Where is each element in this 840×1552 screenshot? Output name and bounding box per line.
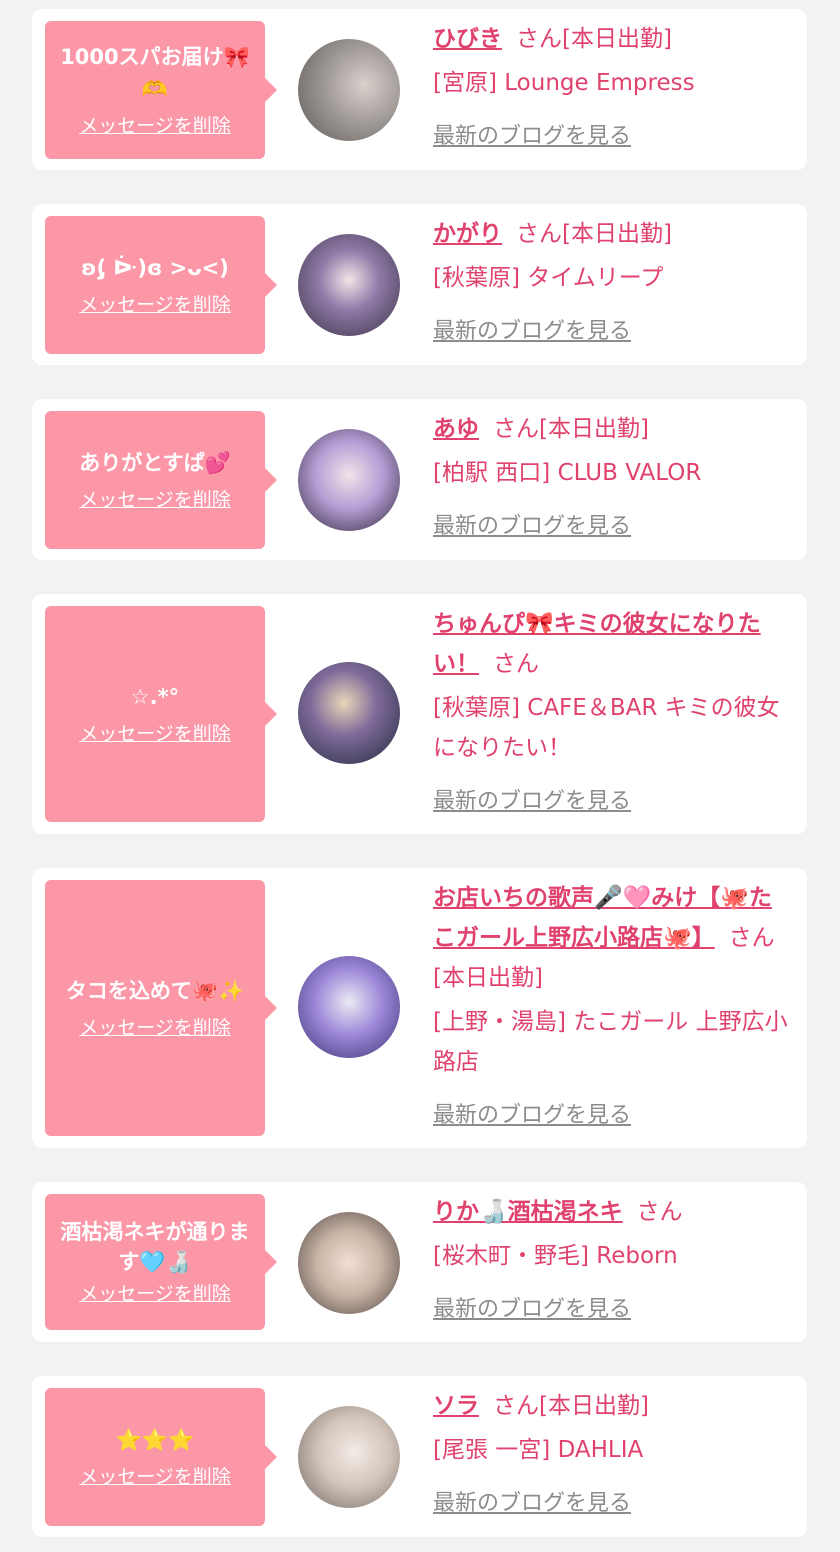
- delete-message-link[interactable]: メッセージを削除: [79, 1015, 231, 1041]
- message-text: ☆.*°: [130, 685, 180, 709]
- shop-name: [秋葉原] CAFE＆BAR キミの彼女になりたい！: [433, 695, 780, 761]
- shop-name: [柏駅 西口] CLUB VALOR: [433, 460, 702, 486]
- message-bubble: ☆.*° メッセージを削除: [45, 606, 277, 822]
- cast-info: ソラ さん[本日出勤] [尾張 一宮] DAHLIA 最新のブログを見る: [433, 1386, 793, 1524]
- message-card: 酒枯渇ネキが通ります🩵🍶 メッセージを削除 りか🍶酒枯渇ネキ さん [桜木町・野毛…: [32, 1182, 807, 1342]
- message-text: ʚ(̨̡ ᐕ)ɞ >ᴗ<): [81, 256, 229, 280]
- message-bubble: タコを込めて🐙✨ メッセージを削除: [45, 880, 277, 1136]
- message-card: ⭐️⭐️⭐️ メッセージを削除 ソラ さん[本日出勤] [尾張 一宮] DAHLI…: [32, 1376, 807, 1537]
- message-bubble: 酒枯渇ネキが通ります🩵🍶 メッセージを削除: [45, 1194, 277, 1330]
- shop-name: [尾張 一宮] DAHLIA: [433, 1437, 644, 1463]
- latest-blog-link[interactable]: 最新のブログを見る: [433, 782, 631, 822]
- delete-message-link[interactable]: メッセージを削除: [79, 113, 231, 139]
- cast-name-link[interactable]: りか🍶酒枯渇ネキ: [433, 1199, 623, 1225]
- message-card: タコを込めて🐙✨ メッセージを削除 お店いちの歌声🎤🩷みけ【🐙たこガール上野広小…: [32, 868, 807, 1148]
- delete-message-link[interactable]: メッセージを削除: [79, 292, 231, 318]
- cast-name-link[interactable]: かがり: [433, 221, 502, 247]
- message-bubble: ʚ(̨̡ ᐕ)ɞ >ᴗ<) メッセージを削除: [45, 216, 277, 354]
- latest-blog-link[interactable]: 最新のブログを見る: [433, 1096, 631, 1136]
- shop-name: [秋葉原] タイムリープ: [433, 265, 664, 291]
- cast-suffix: さん[本日出勤]: [493, 416, 649, 442]
- message-card: ʚ(̨̡ ᐕ)ɞ >ᴗ<) メッセージを削除 かがり さん[本日出勤] [秋葉原]…: [32, 204, 807, 365]
- cast-suffix: さん[本日出勤]: [516, 26, 672, 52]
- cast-suffix: さん: [493, 651, 539, 677]
- cast-name-link[interactable]: あゆ: [433, 416, 479, 442]
- latest-blog-link[interactable]: 最新のブログを見る: [433, 117, 631, 157]
- delete-message-link[interactable]: メッセージを削除: [79, 1281, 231, 1307]
- message-card: ありがとすぱ💕 メッセージを削除 あゆ さん[本日出勤] [柏駅 西口] CLUB…: [32, 399, 807, 560]
- cast-info: あゆ さん[本日出勤] [柏駅 西口] CLUB VALOR 最新のブログを見る: [433, 409, 793, 547]
- message-card: 1000スパお届け🎀🫶 メッセージを削除 ひびき さん[本日出勤] [宮原] Lo…: [32, 9, 807, 170]
- avatar[interactable]: [298, 1212, 400, 1314]
- shop-name: [宮原] Lounge Empress: [433, 70, 695, 96]
- message-bubble: ありがとすぱ💕 メッセージを削除: [45, 411, 277, 549]
- cast-info: お店いちの歌声🎤🩷みけ【🐙たこガール上野広小路店🐙】 さん[本日出勤] [上野・湯…: [433, 878, 793, 1136]
- avatar[interactable]: [298, 429, 400, 531]
- cast-suffix: さん[本日出勤]: [516, 221, 672, 247]
- delete-message-link[interactable]: メッセージを削除: [79, 1464, 231, 1490]
- latest-blog-link[interactable]: 最新のブログを見る: [433, 1484, 631, 1524]
- message-text: 1000スパお届け🎀🫶: [60, 45, 250, 101]
- cast-suffix: さん: [636, 1199, 683, 1225]
- avatar[interactable]: [298, 234, 400, 336]
- avatar[interactable]: [298, 662, 400, 764]
- latest-blog-link[interactable]: 最新のブログを見る: [433, 507, 631, 547]
- avatar[interactable]: [298, 956, 400, 1058]
- message-card: ☆.*° メッセージを削除 ちゅんぴ🎀キミの彼女になりたい！ さん [秋葉原] C…: [32, 594, 807, 834]
- message-bubble: ⭐️⭐️⭐️ メッセージを削除: [45, 1388, 277, 1526]
- message-text: 酒枯渇ネキが通ります🩵🍶: [60, 1220, 250, 1274]
- cast-suffix: さん[本日出勤]: [493, 1393, 649, 1419]
- latest-blog-link[interactable]: 最新のブログを見る: [433, 312, 631, 352]
- avatar[interactable]: [298, 39, 400, 141]
- message-text: ⭐️⭐️⭐️: [115, 1428, 195, 1452]
- avatar[interactable]: [298, 1406, 400, 1508]
- cast-info: ちゅんぴ🎀キミの彼女になりたい！ さん [秋葉原] CAFE＆BAR キミの彼女に…: [433, 604, 793, 822]
- delete-message-link[interactable]: メッセージを削除: [79, 721, 231, 747]
- message-bubble: 1000スパお届け🎀🫶 メッセージを削除: [45, 21, 277, 159]
- cast-name-link[interactable]: ちゅんぴ🎀キミの彼女になりたい！: [433, 611, 761, 677]
- cast-name-link[interactable]: お店いちの歌声🎤🩷みけ【🐙たこガール上野広小路店🐙】: [433, 885, 772, 951]
- delete-message-link[interactable]: メッセージを削除: [79, 487, 231, 513]
- shop-name: [上野・湯島] たこガール 上野広小路店: [433, 1009, 788, 1075]
- latest-blog-link[interactable]: 最新のブログを見る: [433, 1290, 631, 1330]
- cast-info: ひびき さん[本日出勤] [宮原] Lounge Empress 最新のブログを見…: [433, 19, 793, 157]
- shop-name: [桜木町・野毛] Reborn: [433, 1243, 678, 1269]
- cast-name-link[interactable]: ソラ: [433, 1393, 479, 1419]
- cast-info: かがり さん[本日出勤] [秋葉原] タイムリープ 最新のブログを見る: [433, 214, 793, 352]
- message-text: タコを込めて🐙✨: [65, 979, 245, 1003]
- cast-name-link[interactable]: ひびき: [433, 26, 502, 52]
- message-text: ありがとすぱ💕: [79, 451, 231, 475]
- cast-info: りか🍶酒枯渇ネキ さん [桜木町・野毛] Reborn 最新のブログを見る: [433, 1192, 793, 1330]
